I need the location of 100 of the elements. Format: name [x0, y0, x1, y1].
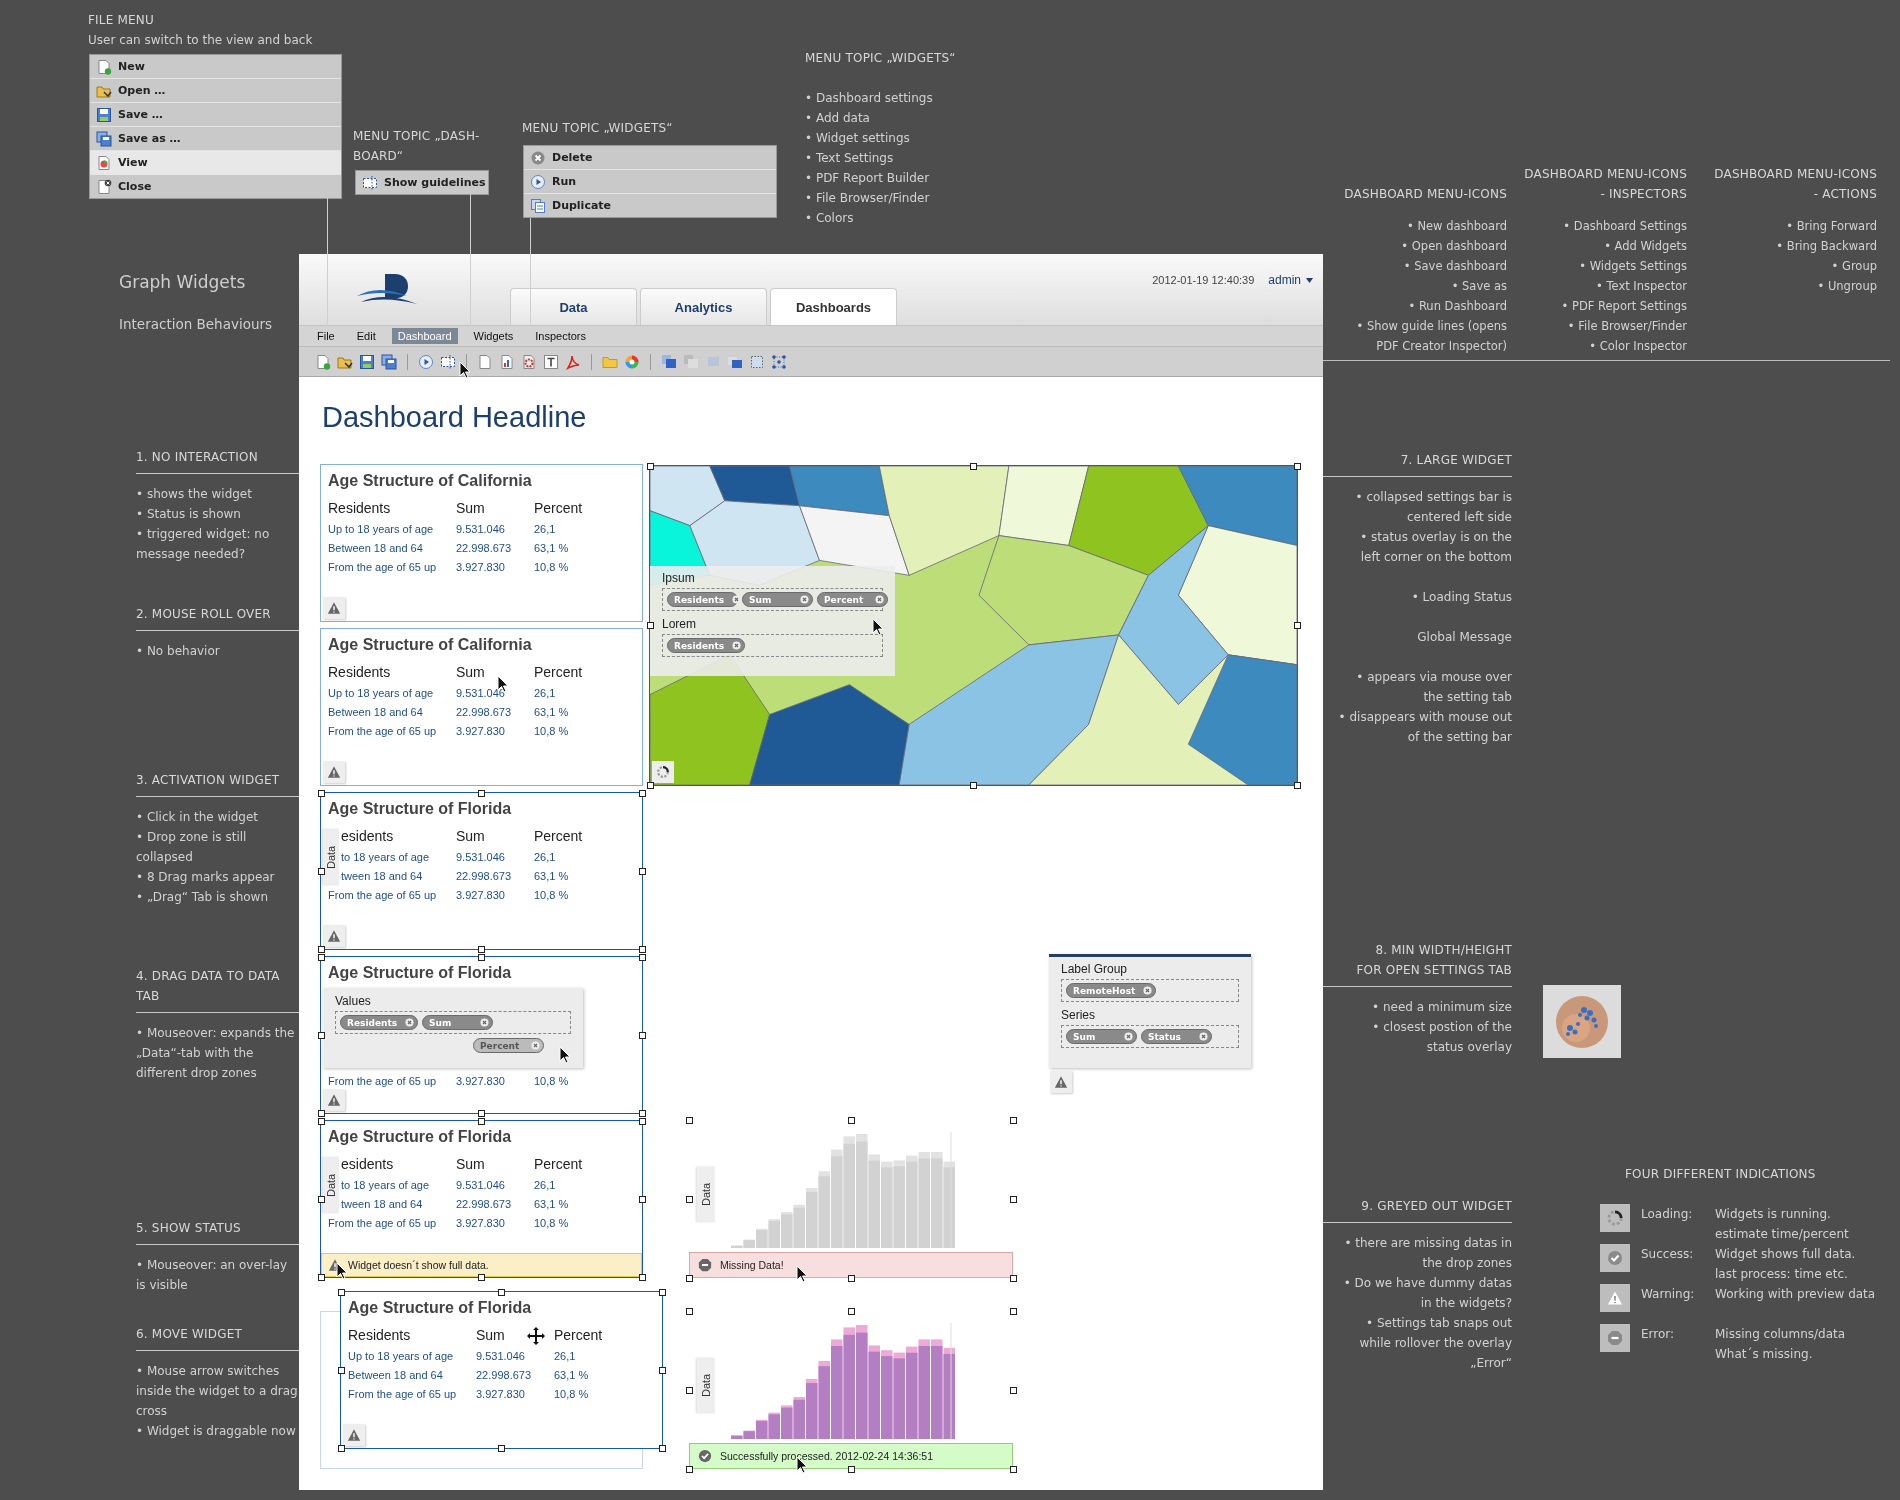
resize-handle[interactable] [638, 1273, 646, 1281]
menu-item[interactable]: Save … [90, 103, 341, 127]
resize-handle[interactable] [658, 1444, 666, 1452]
chart-widget[interactable]: Data Missing Data! [689, 1120, 1013, 1278]
guides-icon[interactable] [440, 353, 456, 370]
remove-icon[interactable] [1199, 1032, 1208, 1041]
resize-handle[interactable] [646, 622, 654, 629]
table-widget[interactable]: Age Structure of California Residents Sum Percent Up to 18 years of age 9.531.046 26,1 Between 18 and 64 22.998.673 63,1 % From the age of 65 up 3.927.830 10,8 % [320, 464, 643, 622]
resize-handle[interactable] [685, 1195, 693, 1203]
resize-handle[interactable] [685, 1116, 693, 1124]
resize-handle[interactable] [317, 867, 325, 875]
blank-page-icon[interactable] [477, 353, 493, 370]
remove-icon[interactable] [405, 1018, 415, 1027]
resize-handle[interactable] [1009, 1274, 1017, 1282]
resize-handle[interactable] [847, 1274, 855, 1282]
menu-item[interactable]: Run [524, 170, 776, 194]
data-tab[interactable]: Data [323, 1157, 339, 1213]
resize-handle[interactable] [1293, 781, 1301, 789]
resize-handle[interactable] [478, 1273, 485, 1281]
nav-tab[interactable]: Data [510, 288, 637, 325]
resize-handle[interactable] [337, 1288, 345, 1296]
floppy-icon[interactable] [359, 353, 375, 370]
resize-handle[interactable] [317, 1031, 325, 1039]
gear-page-icon[interactable] [521, 353, 537, 370]
menu-bar-item[interactable]: Widgets [467, 328, 520, 344]
group-icon[interactable] [771, 353, 787, 370]
resize-handle[interactable] [685, 1274, 693, 1282]
table-widget[interactable]: Age Structure of Florida esidents Sum Percent to 18 years of age 9.531.046 26,1 tween 18 and 64 22.998.673 63,1 % From the age of 65 up 3.927.830 10,8 % Data [320, 792, 643, 950]
resize-handle[interactable] [847, 1307, 855, 1315]
resize-handle[interactable] [317, 1273, 325, 1281]
pdf-icon[interactable] [565, 353, 581, 370]
remove-icon[interactable] [1124, 1032, 1133, 1041]
status-tab[interactable] [652, 761, 674, 783]
floppies-icon[interactable] [381, 353, 397, 370]
chart-widget[interactable]: Data Successfully processed. 2012-02-24 14:36:51 [689, 1311, 1013, 1469]
nav-tab[interactable]: Dashboards [770, 288, 897, 325]
resize-handle[interactable] [638, 1195, 646, 1203]
menu-item[interactable]: Open … [90, 79, 341, 103]
resize-handle[interactable] [638, 867, 646, 875]
resize-handle[interactable] [685, 1386, 693, 1394]
data-tab[interactable]: Data [697, 1167, 715, 1222]
remove-icon[interactable] [732, 641, 742, 650]
resize-handle[interactable] [685, 1307, 693, 1315]
play-icon[interactable] [418, 353, 434, 370]
resize-handle[interactable] [658, 1288, 666, 1296]
menu-item[interactable]: New [90, 55, 341, 79]
data-tab[interactable]: Data [323, 829, 339, 885]
menu-bar-item[interactable]: Inspectors [529, 328, 593, 344]
table-widget[interactable]: Age Structure of Florida Residents Sum Percent Up to 18 years of age 9.531.046 26,1 Between 18 and 64 22.998.673 63,1 % From the age of 65 up 3.927.830 10,8 % [340, 1291, 663, 1449]
resize-handle[interactable] [1293, 622, 1301, 629]
resize-handle[interactable] [658, 1366, 666, 1374]
table-widget[interactable]: Age Structure of Florida Values Residents Sum Percent From the age of 65 up 3.927.830 10,8 % [320, 956, 643, 1114]
new-file-icon[interactable] [315, 353, 331, 370]
menu-bar-item[interactable]: Dashboard [391, 328, 458, 344]
resize-handle[interactable] [685, 1465, 693, 1473]
resize-handle[interactable] [847, 1116, 855, 1124]
resize-handle[interactable] [1009, 1386, 1017, 1394]
menu-bar-item[interactable]: Edit [350, 328, 382, 344]
resize-handle[interactable] [478, 789, 485, 797]
data-tab[interactable]: Data [697, 1358, 715, 1413]
resize-handle[interactable] [847, 1465, 855, 1473]
resize-handle[interactable] [638, 1031, 646, 1039]
remove-icon[interactable] [732, 595, 742, 604]
resize-handle[interactable] [498, 1444, 505, 1452]
user-menu[interactable]: admin [1268, 273, 1313, 287]
resize-handle[interactable] [1009, 1195, 1017, 1203]
menu-item[interactable]: Show guidelines [356, 171, 488, 194]
map-widget[interactable]: Ipsum Residents Sum Percent Lorem Residents [649, 465, 1298, 786]
thumbnail[interactable] [1543, 985, 1621, 1058]
resize-handle[interactable] [1009, 1307, 1017, 1315]
remove-icon[interactable] [480, 1018, 490, 1027]
resize-handle[interactable] [646, 462, 654, 470]
remove-icon[interactable] [1143, 986, 1153, 995]
remove-icon[interactable] [800, 595, 809, 604]
resize-handle[interactable] [970, 781, 977, 789]
menu-item[interactable]: Delete [524, 146, 776, 170]
remove-icon[interactable] [531, 1041, 540, 1050]
layers-icon[interactable] [661, 353, 677, 370]
resize-handle[interactable] [337, 1444, 345, 1452]
table-widget[interactable]: Age Structure of California Residents Sum Percent Up to 18 years of age 9.531.046 26,1 Between 18 and 64 22.998.673 63,1 % From the age of 65 up 3.927.830 10,8 % [320, 628, 643, 786]
resize-handle[interactable] [498, 1288, 505, 1296]
resize-handle[interactable] [317, 1195, 325, 1203]
selection-icon[interactable] [749, 353, 765, 370]
resize-handle[interactable] [1009, 1465, 1017, 1473]
remove-icon[interactable] [875, 595, 884, 604]
dragged-chip[interactable]: Percent [473, 1038, 544, 1053]
menu-item[interactable]: Close [90, 175, 341, 198]
resize-handle[interactable] [1293, 462, 1301, 470]
nav-tab[interactable]: Analytics [640, 288, 767, 325]
resize-handle[interactable] [1009, 1116, 1017, 1124]
resize-handle[interactable] [317, 789, 325, 797]
text-box-icon[interactable] [543, 353, 559, 370]
color-wheel-icon[interactable] [624, 353, 640, 370]
menu-bar-item[interactable]: File [311, 328, 341, 344]
resize-handle[interactable] [337, 1366, 345, 1374]
resize-handle[interactable] [970, 462, 977, 470]
menu-item[interactable]: Duplicate [524, 194, 776, 217]
table-widget[interactable]: Age Structure of Florida esidents Sum Percent to 18 years of age 9.531.046 26,1 tween 18 and 64 22.998.673 63,1 % From the age of 65 up 3.927.830 10,8 % Data Widget doesn´t show full data. [320, 1120, 643, 1278]
menu-item[interactable]: View [90, 151, 341, 175]
bar-chart-page-icon[interactable] [499, 353, 515, 370]
